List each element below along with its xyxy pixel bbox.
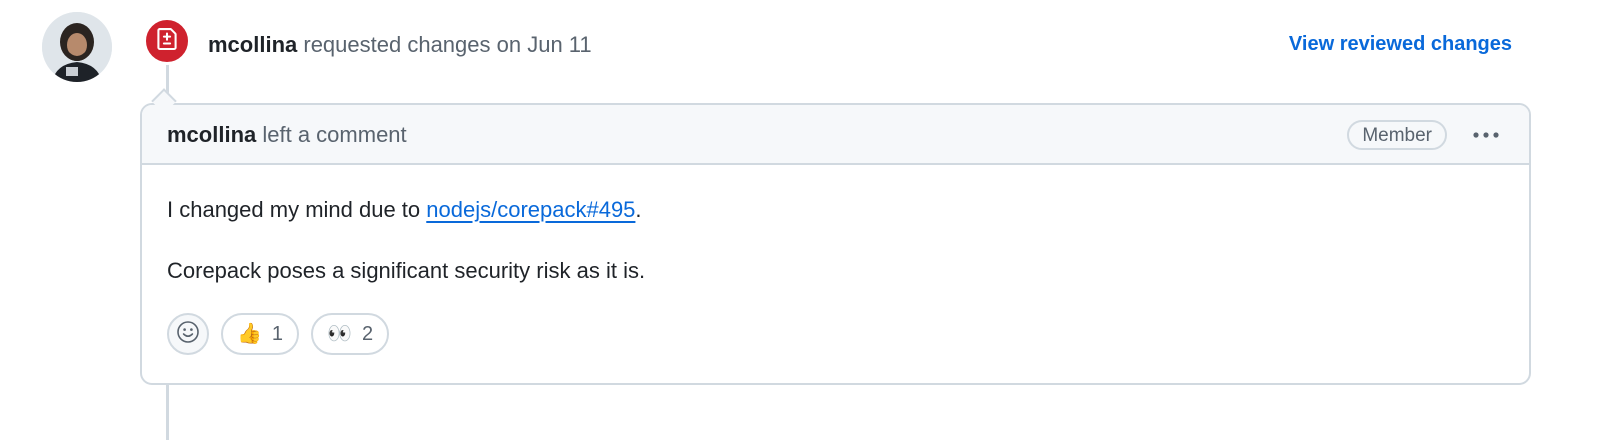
comment-title: mcollina left a comment bbox=[167, 120, 407, 150]
comment-paragraph-1: I changed my mind due to nodejs/corepack… bbox=[167, 195, 645, 225]
reaction-count: 2 bbox=[361, 322, 374, 345]
changes-requested-badge bbox=[143, 17, 191, 65]
comment-action-text: left a comment bbox=[262, 122, 407, 147]
reaction-thumbs-up[interactable]: 👍 1 bbox=[221, 313, 300, 355]
comment-header: mcollina left a comment Member bbox=[142, 105, 1529, 165]
comment-text: I changed my mind due to bbox=[167, 197, 427, 222]
comment-box: mcollina left a comment Member I changed… bbox=[140, 103, 1531, 385]
comment-text-suffix: . bbox=[635, 197, 642, 222]
reaction-count: 1 bbox=[271, 322, 284, 345]
role-badge: Member bbox=[1347, 120, 1447, 150]
review-summary: mcollina requested changes on Jun 11 bbox=[208, 30, 592, 60]
thumbs-up-icon: 👍 bbox=[237, 323, 262, 345]
reaction-eyes[interactable]: 👀 2 bbox=[311, 313, 390, 355]
comment-author-link[interactable]: mcollina bbox=[167, 122, 256, 147]
review-action-text: requested changes on Jun 11 bbox=[303, 32, 592, 57]
comment-paragraph-2: Corepack poses a significant security ri… bbox=[167, 258, 646, 283]
review-author-link[interactable]: mcollina bbox=[208, 32, 297, 57]
add-reaction-button[interactable] bbox=[167, 313, 209, 355]
comment-body: I changed my mind due to nodejs/corepack… bbox=[167, 195, 645, 286]
eyes-icon: 👀 bbox=[327, 323, 352, 345]
kebab-horizontal-icon[interactable] bbox=[1471, 123, 1501, 147]
issue-link[interactable]: nodejs/corepack#495 bbox=[426, 197, 635, 222]
file-diff-icon bbox=[156, 27, 178, 55]
smiley-icon bbox=[176, 320, 200, 349]
reactions-bar: 👍 1 👀 2 bbox=[167, 313, 390, 355]
view-reviewed-changes-link[interactable]: View reviewed changes bbox=[1289, 29, 1512, 59]
avatar[interactable] bbox=[42, 12, 112, 82]
